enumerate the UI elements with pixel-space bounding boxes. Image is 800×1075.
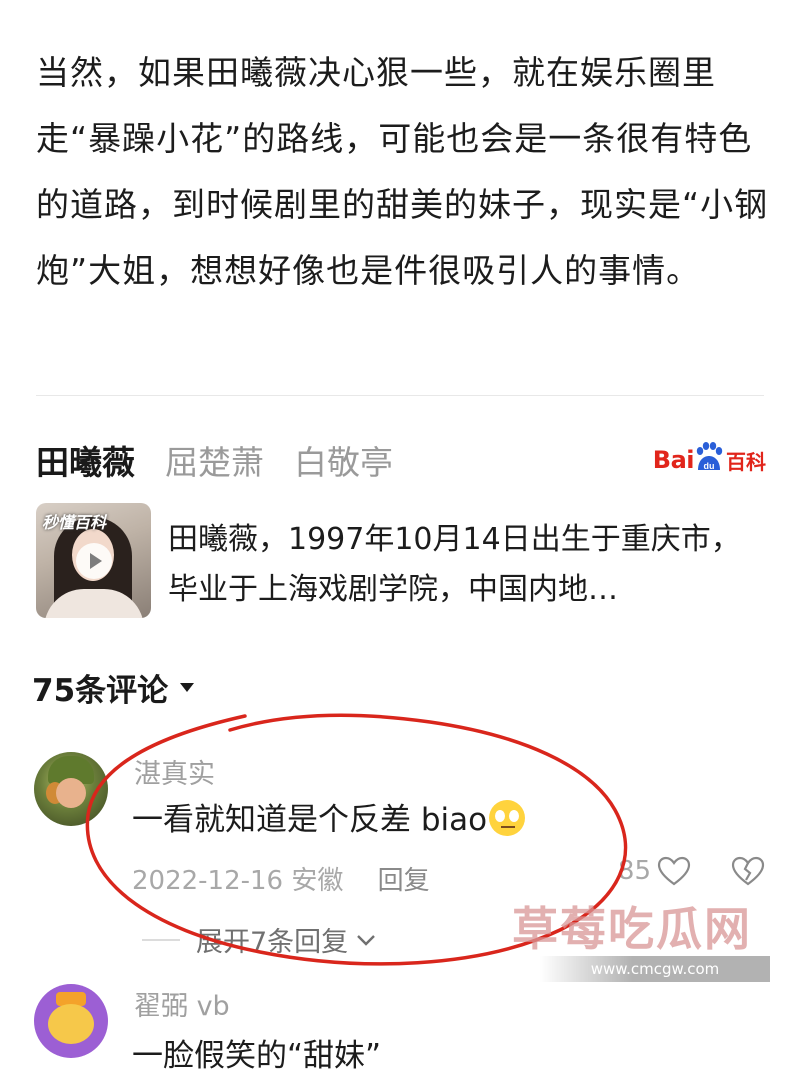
reply-button[interactable]: 回复 [378, 866, 430, 896]
heart-icon [657, 856, 691, 886]
baidu-paw-icon: du [695, 442, 723, 474]
expand-line [142, 938, 180, 941]
baike-thumbnail[interactable]: 秒懂百科 [36, 503, 151, 618]
expand-replies-label: 展开7条回复 [196, 927, 349, 958]
avatar[interactable] [34, 984, 108, 1058]
logo-bai-text: Bai [652, 446, 695, 474]
comment-text: 一看就知道是个反差 biao [132, 794, 526, 839]
comment-text: 一脸假笑的“甜妹” [132, 1038, 382, 1074]
baike-card[interactable]: 秒懂百科 田曦薇，1997年10月14日出生于重庆市，毕业于上海戏剧学院，中国内… [36, 503, 764, 623]
logo-ke-text: 百科 [726, 449, 766, 474]
watermark-text: 草莓吃瓜网 [512, 902, 752, 956]
tag-baijingting[interactable]: 白敬亭 [294, 436, 393, 484]
comments-count: 75条评论 [32, 672, 169, 709]
article-paragraph: 当然，如果田曦薇决心狠一些，就在娱乐圈里走“暴躁小花”的路线，可能也会是一条很有… [36, 53, 769, 290]
logo-du-text: du [704, 461, 715, 471]
baike-summary: 田曦薇，1997年10月14日出生于重庆市，毕业于上海戏剧学院，中国内地… [168, 522, 741, 607]
comment-date: 2022-12-16 [132, 866, 284, 896]
like-count: 85 [617, 856, 651, 886]
eye-roll-emoji-icon [489, 800, 526, 836]
broken-heart-icon [731, 856, 765, 886]
avatar[interactable] [34, 752, 108, 826]
dislike-button[interactable] [731, 856, 765, 890]
chevron-down-icon [357, 934, 376, 946]
comments-sort-toggle[interactable]: 75条评论 [32, 662, 195, 712]
thumb-brand: 秒懂百科 [42, 513, 107, 532]
comment-meta: 2022-12-16 安徽 回复 [132, 860, 430, 897]
play-icon[interactable] [76, 543, 112, 579]
tag-quchuxiao[interactable]: 屈楚萧 [165, 436, 264, 484]
comment-username[interactable]: 湛真实 [134, 752, 215, 791]
baidu-baike-logo[interactable]: Bai du 百科 [653, 440, 766, 480]
tag-tianxiwei[interactable]: 田曦薇 [36, 436, 135, 484]
comment-item: 翟弼 vb 一脸假笑的“甜妹” [34, 984, 769, 1074]
caret-down-icon [180, 682, 195, 692]
comment-username[interactable]: 翟弼 vb [134, 984, 230, 1023]
expand-replies-button[interactable]: 展开7条回复 [142, 920, 376, 959]
comment-location: 安徽 [291, 866, 344, 896]
divider [36, 395, 764, 396]
related-tags: 田曦薇 屈楚萧 白敬亭 [36, 430, 423, 490]
watermark-url: www.cmcgw.com [540, 956, 770, 982]
like-button[interactable]: 85 [618, 856, 691, 886]
